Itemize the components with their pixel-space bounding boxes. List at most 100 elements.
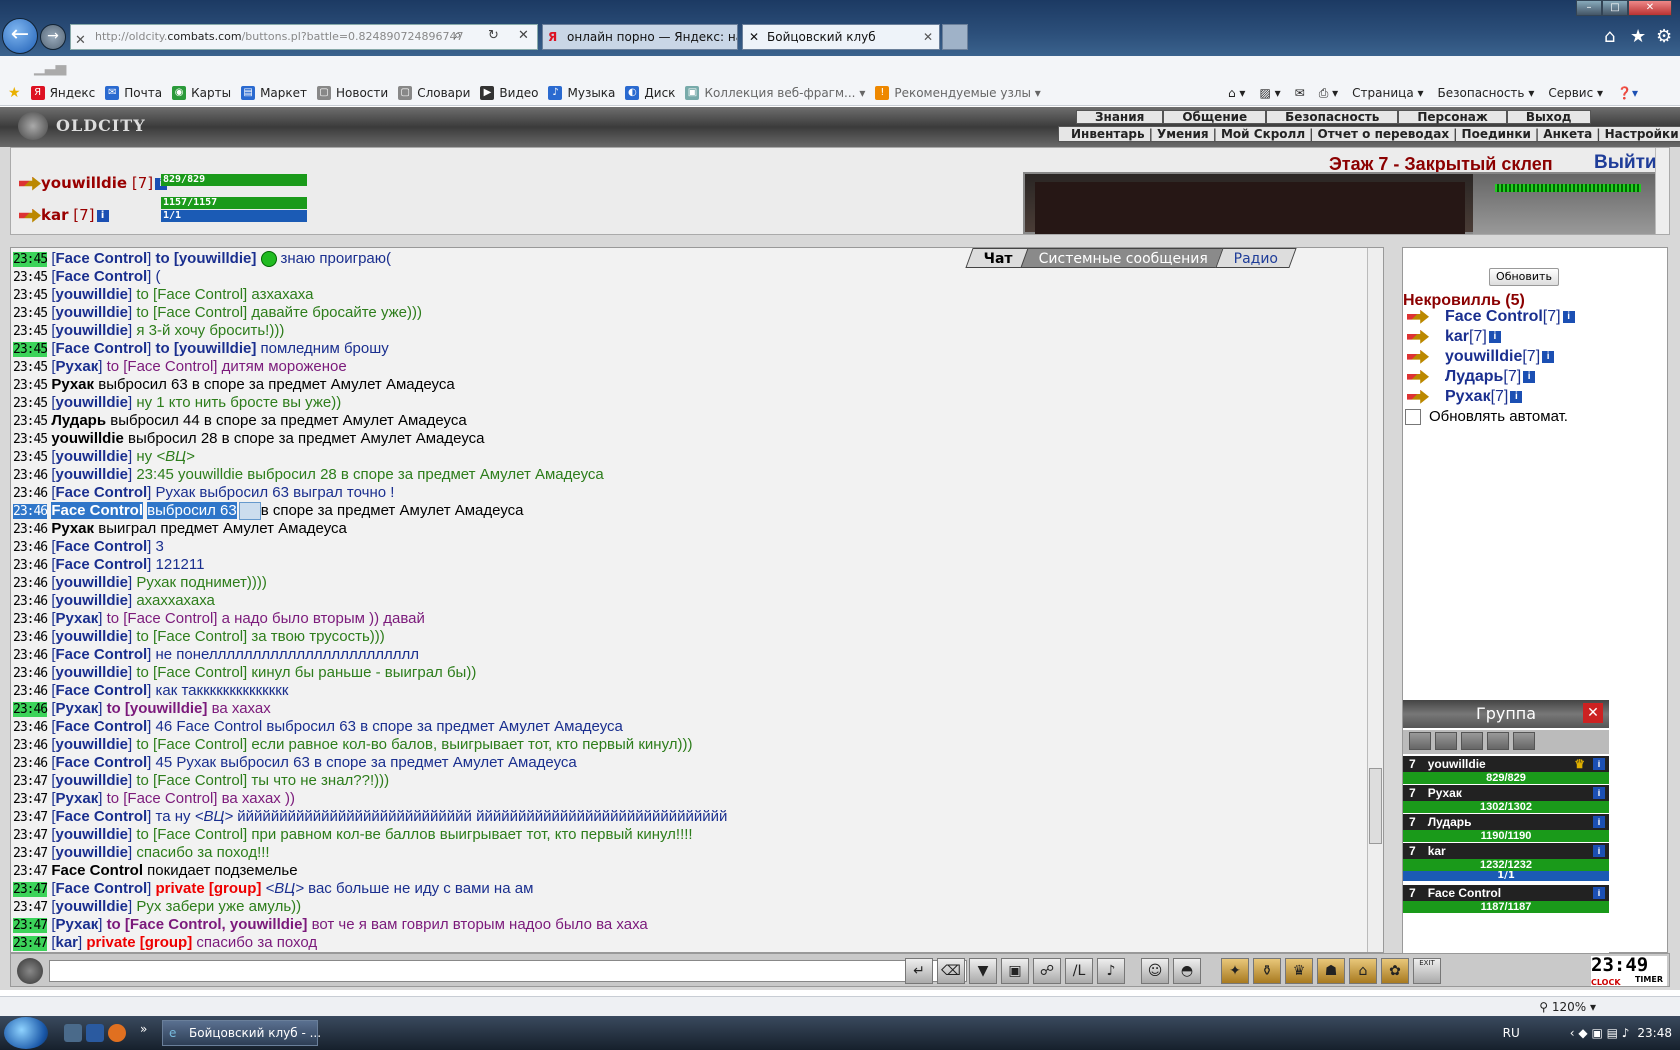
player-youwilldie[interactable]: youwilldie [7]i	[19, 174, 168, 192]
chat-nick[interactable]: Рухак	[55, 358, 98, 375]
system-nick[interactable]: Face Control	[51, 502, 143, 519]
chat-timestamp[interactable]: 23:46	[13, 486, 48, 501]
recipient[interactable]: to [Face Control]	[136, 736, 247, 753]
recipient[interactable]: to [youwilldie]	[156, 340, 257, 357]
submenu-settings[interactable]: Настройки	[1605, 127, 1679, 141]
menu-communication[interactable]: Общение	[1163, 110, 1267, 124]
member-name[interactable]: Лударь	[1445, 368, 1503, 385]
recipient[interactable]: to [youwilldie]	[156, 250, 257, 267]
menu-knowledge[interactable]: Знания	[1076, 110, 1164, 124]
home-icon[interactable]: ⌂ ▾	[1228, 86, 1245, 100]
submenu-transfers[interactable]: Отчет о переводах	[1318, 127, 1450, 141]
tab-radio[interactable]: Радио	[1214, 248, 1297, 268]
chat-nick[interactable]: youwilldie	[55, 772, 128, 789]
action-icon-4[interactable]: ☗	[1317, 958, 1345, 984]
submenu-inventory[interactable]: Инвентарь	[1071, 127, 1145, 141]
room-member[interactable]: Рухак[7] i	[1407, 388, 1523, 406]
show-desktop-icon[interactable]	[64, 1024, 82, 1042]
group-member-row[interactable]: 7 youwilldie ♛ i	[1403, 756, 1609, 772]
group-tool-icon[interactable]	[1409, 732, 1431, 750]
auto-refresh-checkbox[interactable]	[1405, 408, 1421, 425]
chat-nick[interactable]: Рухак	[55, 610, 98, 627]
chat-timestamp[interactable]: 23:46	[13, 666, 48, 681]
chat-timestamp[interactable]: 23:46	[13, 540, 48, 555]
exit-button[interactable]: EXIT	[1413, 958, 1441, 984]
menu-tools[interactable]: Сервис ▾	[1548, 86, 1603, 100]
chat-timestamp[interactable]: 23:46	[13, 576, 48, 591]
tab-combats[interactable]: ✕ Бойцовский клуб ✕	[742, 24, 940, 50]
menu-character[interactable]: Персонаж	[1398, 110, 1507, 124]
chat-timestamp[interactable]: 23:45	[13, 360, 48, 375]
fav-yandex[interactable]: Я Яндекс	[30, 86, 95, 100]
chat-nick[interactable]: Face Control	[55, 682, 147, 699]
member-name[interactable]: Face Control	[1445, 308, 1543, 325]
close-window-button[interactable]: ✕	[1628, 0, 1672, 16]
chat-timestamp[interactable]: 23:45	[13, 324, 48, 339]
system-nick[interactable]: youwilldie	[51, 430, 124, 447]
chat-nick[interactable]: youwilldie	[55, 466, 128, 483]
chat-nick[interactable]: youwilldie	[55, 322, 128, 339]
group-member[interactable]: 7 Face Control i 1187/1187	[1403, 885, 1609, 913]
send-button[interactable]: ↵	[905, 958, 933, 984]
group-tool-icon[interactable]	[1513, 732, 1535, 750]
chat-timestamp[interactable]: 23:45	[13, 342, 48, 357]
group-member-row[interactable]: 7 Рухак i	[1403, 785, 1609, 801]
player-kar[interactable]: kar [7] i	[19, 206, 109, 224]
save-icon[interactable]: ▣	[1001, 958, 1029, 984]
chat-timestamp[interactable]: 23:46	[13, 684, 48, 699]
chat-timestamp[interactable]: 23:45	[13, 252, 48, 267]
chat-nick[interactable]: youwilldie	[55, 826, 128, 843]
chat-nick[interactable]: youwilldie	[55, 394, 128, 411]
info-icon[interactable]: i	[1523, 370, 1536, 383]
chat-nick[interactable]: youwilldie	[55, 664, 128, 681]
forward-button[interactable]: →	[40, 24, 66, 50]
recipient[interactable]: to [Face Control]	[107, 358, 218, 375]
chat-nick[interactable]: Face Control	[55, 250, 147, 267]
recipient[interactable]: to [Face Control]	[107, 790, 218, 807]
walk-icon[interactable]: ☍	[1033, 958, 1061, 984]
member-name[interactable]: Рухак	[1445, 388, 1491, 405]
new-tab-button[interactable]	[942, 24, 968, 50]
member-name[interactable]: kar	[1445, 328, 1469, 345]
refresh-button[interactable]: Обновить	[1489, 268, 1559, 286]
chat-timestamp[interactable]: 23:47	[13, 792, 48, 807]
group-member[interactable]: 7 Рухак i 1302/1302	[1403, 785, 1609, 813]
close-tab-icon[interactable]: ✕	[923, 25, 933, 49]
recipient[interactable]: to [youwilldie]	[107, 700, 208, 717]
menu-page[interactable]: Страница ▾	[1352, 86, 1423, 100]
feeds-icon[interactable]: ▨ ▾	[1259, 86, 1280, 100]
chat-nick[interactable]: youwilldie	[55, 448, 128, 465]
fav-dictionaries[interactable]: ▢ Словари	[398, 86, 470, 100]
fav-disk[interactable]: ◐ Диск	[625, 86, 675, 100]
chat-nick[interactable]: Face Control	[55, 808, 147, 825]
menu-exit[interactable]: Выход	[1506, 110, 1591, 124]
chat-timestamp[interactable]: 23:46	[13, 504, 48, 519]
system-nick[interactable]: Рухак	[51, 520, 94, 537]
recipient[interactable]: to [Face Control]	[136, 664, 247, 681]
chat-timestamp[interactable]: 23:46	[13, 738, 48, 753]
chat-nick[interactable]: Face Control	[55, 880, 147, 897]
group-member[interactable]: 7 youwilldie ♛ i 829/829	[1403, 756, 1609, 784]
group-member-row[interactable]: 7 kar i	[1403, 843, 1609, 859]
info-icon[interactable]: i	[1542, 350, 1555, 363]
copy-tooltip-icon[interactable]	[238, 502, 261, 521]
action-icon-3[interactable]: ♛	[1285, 958, 1313, 984]
system-nick[interactable]: Face Control	[51, 862, 143, 879]
chat-nick[interactable]: Face Control	[55, 268, 147, 285]
language-indicator[interactable]: RU	[1503, 1026, 1520, 1040]
chat-timestamp[interactable]: 23:46	[13, 702, 48, 717]
taskbar-item-browser[interactable]: e Бойцовский клуб - ...	[162, 1020, 321, 1046]
submenu-skills[interactable]: Умения	[1157, 127, 1209, 141]
chat-nick[interactable]: youwilldie	[55, 736, 128, 753]
action-icon-1[interactable]: ✦	[1221, 958, 1249, 984]
info-icon[interactable]: i	[1593, 887, 1605, 899]
mail-icon[interactable]: ✉	[1295, 86, 1305, 100]
group-tool-icon[interactable]	[1461, 732, 1483, 750]
chat-timestamp[interactable]: 23:45	[13, 414, 48, 429]
chat-timestamp[interactable]: 23:46	[13, 522, 48, 537]
chevron-icon[interactable]: »	[140, 1022, 147, 1036]
chat-timestamp[interactable]: 23:46	[13, 756, 48, 771]
chat-nick[interactable]: kar	[55, 934, 78, 951]
explorer-icon[interactable]	[86, 1024, 104, 1042]
group-tool-icon[interactable]	[1487, 732, 1509, 750]
